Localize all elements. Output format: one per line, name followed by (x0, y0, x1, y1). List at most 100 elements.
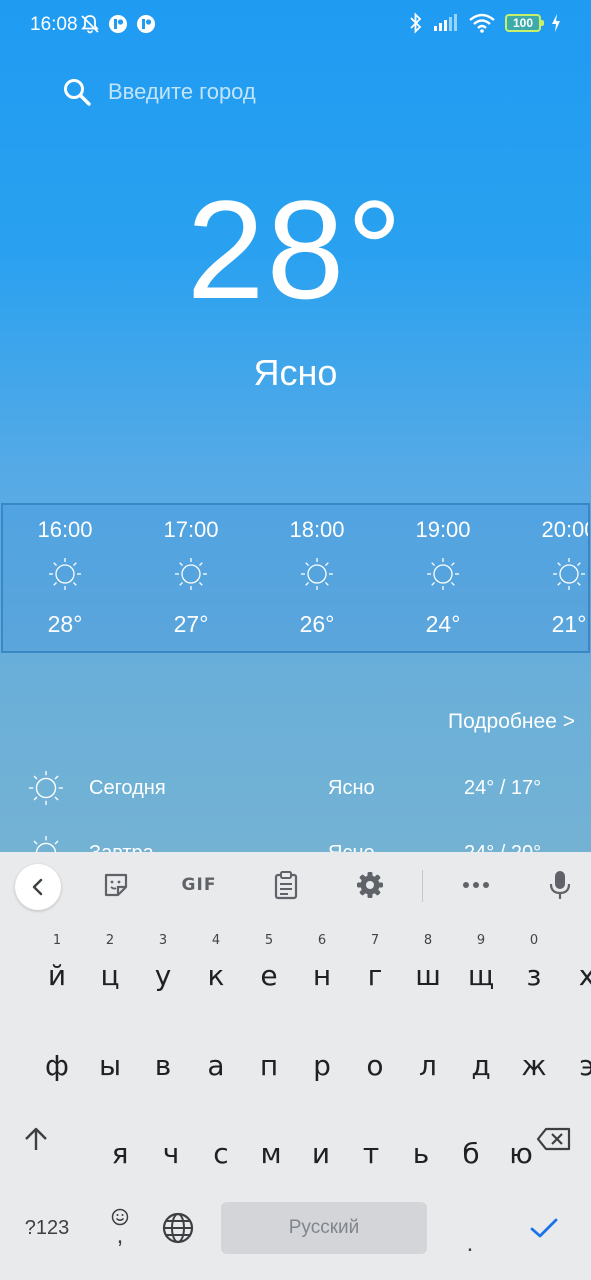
status-bar: 16:08 100 (0, 0, 591, 50)
shift-icon (25, 1127, 47, 1150)
app-icon (137, 15, 155, 33)
key-я[interactable]: я (67, 1108, 129, 1170)
key-а[interactable]: а (163, 1020, 224, 1082)
hourly-item: 19:00 24° (393, 505, 493, 651)
sticker-icon (104, 873, 128, 897)
bluetooth-icon (410, 12, 422, 34)
key-п[interactable]: п (216, 1020, 278, 1082)
comma-label: , (116, 1222, 124, 1249)
key-р[interactable]: р (269, 1020, 331, 1082)
keyboard-toolbar: GIF (0, 852, 591, 918)
key-з[interactable]: 0з (481, 930, 542, 993)
clipboard-button[interactable] (270, 870, 302, 900)
search-bar[interactable] (62, 72, 488, 112)
hour-temp: 27° (173, 611, 209, 637)
key-щ[interactable]: 9щ (428, 930, 494, 993)
key-с[interactable]: с (168, 1108, 228, 1170)
app-icon (109, 15, 127, 33)
key-е[interactable]: 5е (216, 930, 277, 993)
hour-temp: 21° (551, 611, 587, 637)
sun-icon (29, 771, 63, 805)
gear-icon (357, 872, 383, 898)
key-т[interactable]: т (318, 1108, 379, 1170)
comma-key[interactable]: , (98, 1196, 142, 1258)
hour-time: 17:00 (163, 517, 219, 542)
bell-off-icon (81, 15, 99, 34)
key-ч[interactable]: ч (118, 1108, 180, 1170)
keyboard-back-button[interactable] (15, 864, 61, 910)
key-label: э (579, 1049, 591, 1082)
symbols-key[interactable]: ?123 (12, 1202, 82, 1254)
voice-input-button[interactable] (546, 870, 574, 900)
backspace-icon (536, 1127, 571, 1151)
hour-temp: 28° (47, 611, 83, 637)
space-bar[interactable]: Русский (221, 1202, 427, 1254)
mic-icon (549, 871, 571, 899)
language-key[interactable] (152, 1202, 204, 1254)
key-л[interactable]: л (375, 1020, 437, 1082)
sun-icon (33, 836, 59, 852)
charging-icon (552, 14, 560, 32)
more-icon (463, 882, 489, 888)
sun-icon (553, 558, 585, 590)
more-options-button[interactable] (460, 870, 492, 900)
key-д[interactable]: д (428, 1020, 490, 1082)
hour-time: 20:00 (541, 517, 588, 542)
key-о[interactable]: о (322, 1020, 383, 1082)
hourly-forecast[interactable]: 16:00 28° 17:00 27° 18:00 26° 19:00 24° … (1, 503, 590, 653)
gif-button[interactable]: GIF (178, 870, 220, 900)
search-icon[interactable] (62, 77, 92, 107)
key-ц[interactable]: 2ц (57, 930, 119, 993)
key-в[interactable]: в (110, 1020, 172, 1082)
key-ж[interactable]: ж (481, 1020, 546, 1082)
backspace-key[interactable] (526, 1108, 582, 1170)
keyboard: GIF 1 й 2 ц 3 у 4 к 5 е 6 н 7 г 8 ш 9 щ … (0, 852, 591, 1280)
key-г[interactable]: 7г (322, 930, 383, 993)
key-и[interactable]: и (268, 1108, 330, 1170)
key-label: х (578, 959, 591, 992)
key-ь[interactable]: ь (368, 1108, 430, 1170)
day-temp-range: 24° / 17° (464, 777, 542, 799)
settings-button[interactable] (354, 870, 386, 900)
key-х[interactable]: х (534, 930, 591, 992)
daily-row[interactable]: Завтра Ясно 24° / 20° (0, 835, 591, 852)
wifi-icon (469, 13, 495, 33)
key-у[interactable]: 3у (110, 930, 172, 993)
hour-time: 19:00 (415, 517, 471, 542)
daily-row[interactable]: Сегодня Ясно 24° / 17° (0, 770, 591, 820)
sun-icon (49, 558, 81, 590)
search-input[interactable] (108, 79, 488, 105)
sun-icon (427, 558, 459, 590)
key-б[interactable]: б (418, 1108, 479, 1170)
hour-temp: 24° (425, 611, 461, 637)
key-н[interactable]: 6н (269, 930, 331, 993)
more-details-link[interactable]: Подробнее > (448, 710, 575, 734)
hourly-item: 20:00 21° (519, 505, 588, 651)
weather-screen: 16:08 100 Введите город 28° Ясно 16:00 2… (0, 0, 591, 852)
hour-time: 16:00 (37, 517, 93, 542)
day-temp-range: 24° / 20° (464, 842, 541, 852)
period-key[interactable]: . (446, 1202, 494, 1258)
gif-label: GIF (181, 875, 217, 895)
key-й[interactable]: 1й (4, 930, 66, 993)
key-ф[interactable]: ф (4, 1020, 69, 1082)
key-к[interactable]: 4к (163, 930, 225, 993)
signal-icon (434, 14, 457, 31)
key-ы[interactable]: ы (57, 1020, 121, 1082)
battery-icon: 100 (505, 14, 544, 32)
chevron-left-icon (32, 878, 43, 896)
hourly-item: 18:00 26° (267, 505, 367, 651)
sun-icon (175, 558, 207, 590)
hour-temp: 26° (299, 611, 335, 637)
current-condition: Ясно (253, 352, 338, 393)
status-time: 16:08 (30, 14, 78, 35)
clipboard-icon (274, 871, 298, 900)
key-м[interactable]: м (218, 1108, 281, 1170)
enter-key[interactable] (516, 1202, 572, 1254)
sticker-button[interactable] (100, 870, 132, 900)
key-э[interactable]: э (534, 1020, 591, 1082)
shift-key[interactable] (8, 1108, 64, 1170)
key-ю[interactable]: ю (468, 1108, 533, 1170)
current-temperature: 28° (186, 171, 405, 328)
key-ш[interactable]: 8ш (375, 930, 441, 993)
